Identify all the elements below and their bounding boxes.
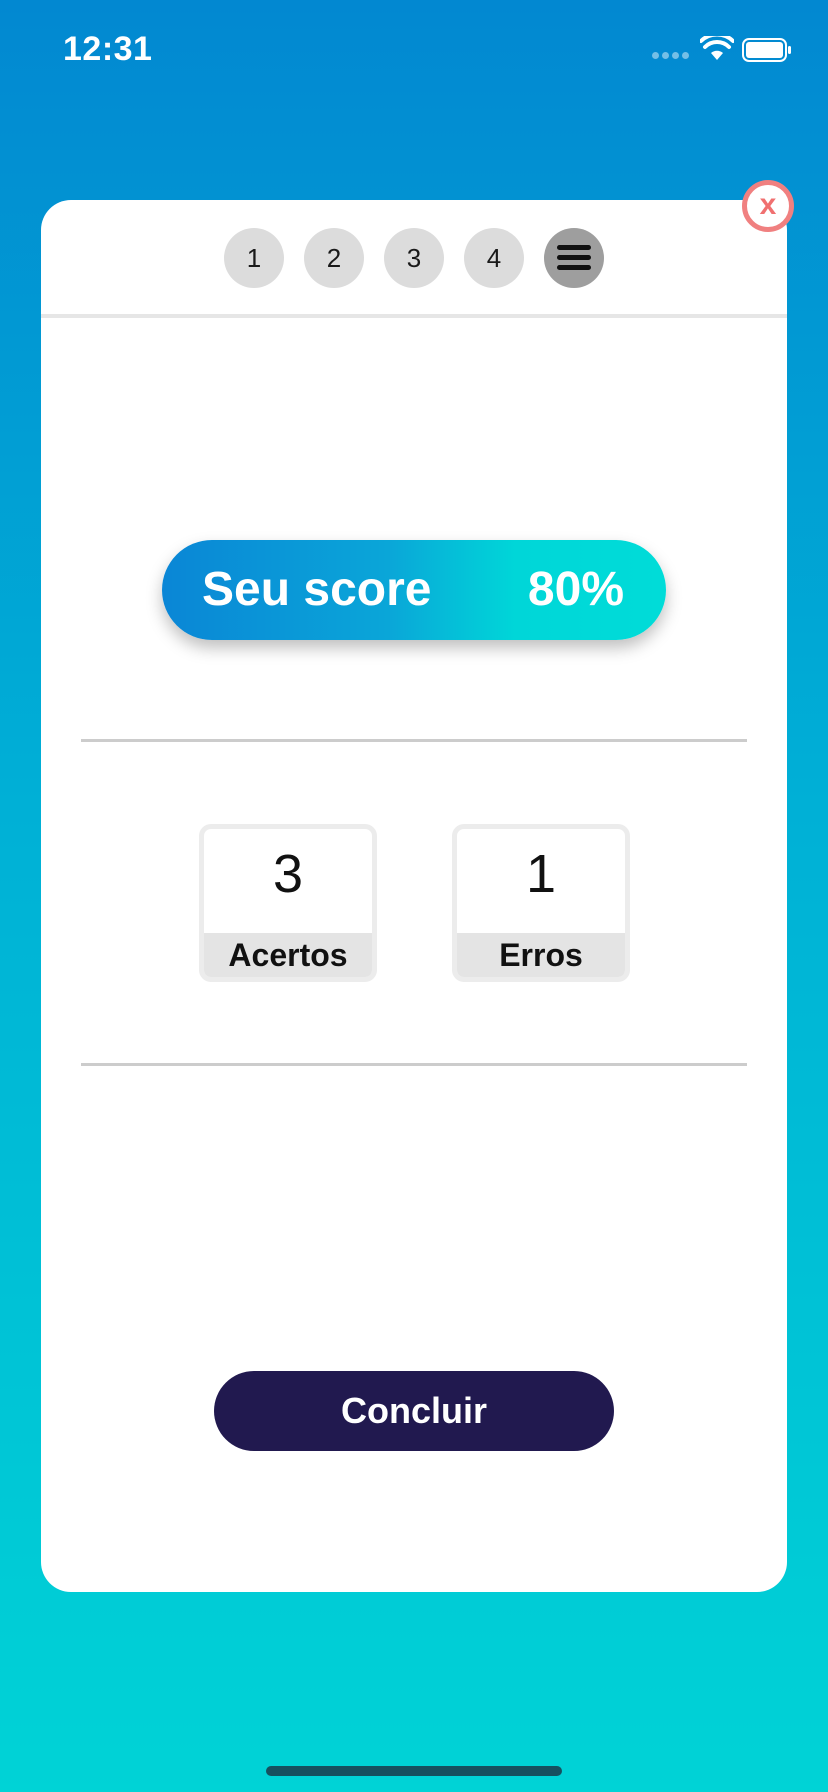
score-label: Seu score	[202, 563, 432, 616]
correct-count: 3	[272, 844, 304, 904]
section-divider	[81, 739, 747, 742]
battery-icon	[742, 38, 791, 62]
results-menu-button[interactable]	[544, 228, 604, 288]
finish-button[interactable]: Concluir	[214, 1371, 614, 1451]
status-bar: 12:31	[0, 0, 828, 100]
results-card: 1 2 3 4 Seu score 80% 3 Acertos 1 Erros …	[41, 200, 787, 1592]
wifi-icon	[700, 36, 734, 60]
wrong-answers-box: 1 Erros	[452, 824, 630, 982]
question-3-button[interactable]: 3	[384, 228, 444, 288]
nav-divider	[41, 314, 787, 318]
question-4-button[interactable]: 4	[464, 228, 524, 288]
question-2-button[interactable]: 2	[304, 228, 364, 288]
section-divider	[81, 1063, 747, 1066]
hamburger-menu-icon	[557, 245, 591, 270]
question-navigation: 1 2 3 4	[41, 228, 787, 290]
score-badge: Seu score 80%	[162, 540, 666, 640]
close-button[interactable]: x	[742, 180, 794, 232]
correct-answers-box: 3 Acertos	[199, 824, 377, 982]
cellular-signal-icon	[652, 52, 690, 62]
question-1-button[interactable]: 1	[224, 228, 284, 288]
wrong-count: 1	[525, 844, 557, 904]
home-indicator	[266, 1766, 562, 1776]
status-time: 12:31	[63, 30, 153, 68]
score-value: 80%	[527, 563, 624, 616]
correct-label: Acertos	[204, 933, 372, 977]
wrong-label: Erros	[457, 933, 625, 977]
